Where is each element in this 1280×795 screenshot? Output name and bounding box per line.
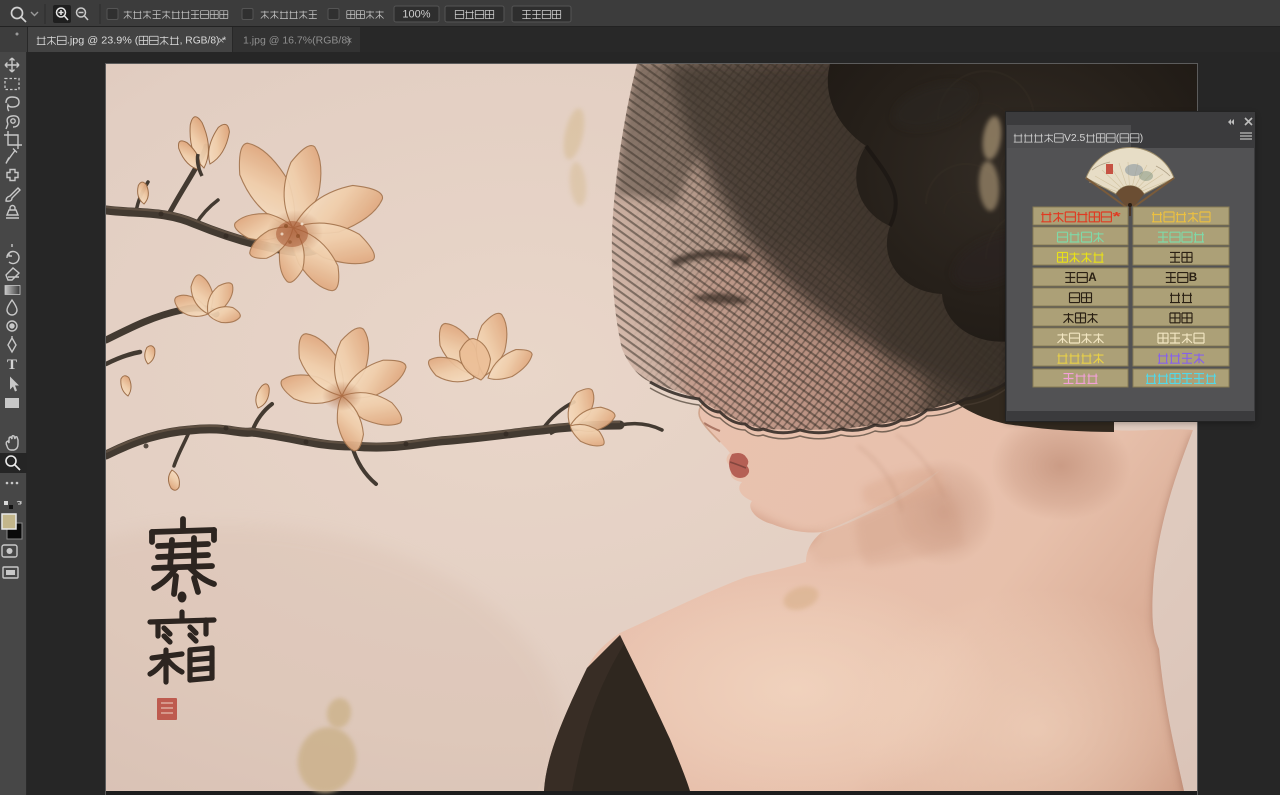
svg-text:*: *: [1112, 210, 1121, 224]
svg-text:100%: 100%: [402, 9, 430, 21]
svg-text:×: ×: [346, 35, 352, 47]
svg-text:A: A: [1088, 270, 1097, 284]
svg-text:V2.5: V2.5: [1064, 133, 1086, 144]
svg-text:(: (: [1116, 133, 1120, 144]
svg-text:B: B: [1189, 270, 1198, 284]
svg-text:T: T: [7, 357, 17, 373]
svg-text:.jpg @ 23.9% (: .jpg @ 23.9% (: [67, 36, 139, 47]
svg-text:1.jpg @ 16.7%(RGB/8): 1.jpg @ 16.7%(RGB/8): [243, 36, 351, 47]
svg-text:×: ×: [218, 35, 224, 47]
svg-text:): ): [1140, 133, 1143, 144]
